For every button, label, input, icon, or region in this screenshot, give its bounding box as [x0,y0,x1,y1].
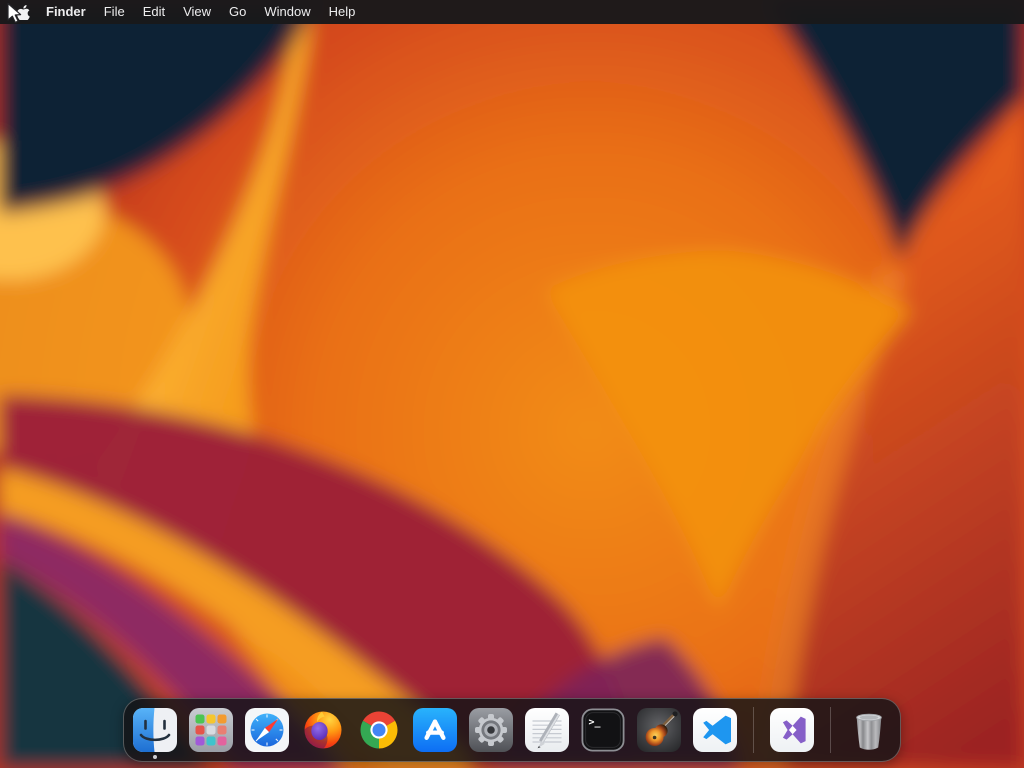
firefox-icon [304,711,342,749]
dock-item-chrome[interactable] [357,708,401,752]
mouse-cursor-icon [7,2,22,23]
vscode-icon [693,708,737,752]
dock-separator [830,707,831,753]
dock-item-textedit[interactable] [525,708,569,752]
dock-separator [753,707,754,753]
dock-item-trash[interactable] [847,708,891,752]
guitar-icon [637,708,681,752]
menu-item-go[interactable]: Go [220,0,255,24]
finder-icon [133,708,177,752]
terminal-icon: >_ [581,708,625,752]
menu-item-edit[interactable]: Edit [134,0,174,24]
visual-studio-icon [770,708,814,752]
dock-item-launchpad[interactable] [189,708,233,752]
chrome-icon [360,711,398,749]
menu-item-window[interactable]: Window [255,0,319,24]
dock-item-app-store[interactable] [413,708,457,752]
running-indicator-dot [153,755,157,759]
dock-item-vscode[interactable] [693,708,737,752]
terminal-prompt-glyph: >_ [589,717,602,728]
dock-item-visual-studio[interactable] [770,708,814,752]
trash-icon [856,713,882,750]
menu-item-help[interactable]: Help [320,0,365,24]
dock-item-terminal[interactable]: >_ [581,708,625,752]
menu-item-finder[interactable]: Finder [37,0,95,24]
app-store-icon [413,708,457,752]
desktop-wallpaper[interactable] [0,0,1024,768]
menu-item-file[interactable]: File [95,0,134,24]
dock-item-safari[interactable] [245,708,289,752]
macos-desktop: Finder File Edit View Go Window Help >_ [0,0,1024,768]
gear-icon [469,708,513,752]
safari-icon [245,708,289,752]
menu-bar: Finder File Edit View Go Window Help [0,0,1024,24]
dock: >_ [123,698,901,762]
dock-item-finder[interactable] [133,708,177,759]
dock-item-garageband[interactable] [637,708,681,752]
textedit-icon [525,708,569,752]
dock-item-firefox[interactable] [301,708,345,752]
menu-item-view[interactable]: View [174,0,220,24]
launchpad-icon [189,708,233,752]
dock-item-system-settings[interactable] [469,708,513,752]
